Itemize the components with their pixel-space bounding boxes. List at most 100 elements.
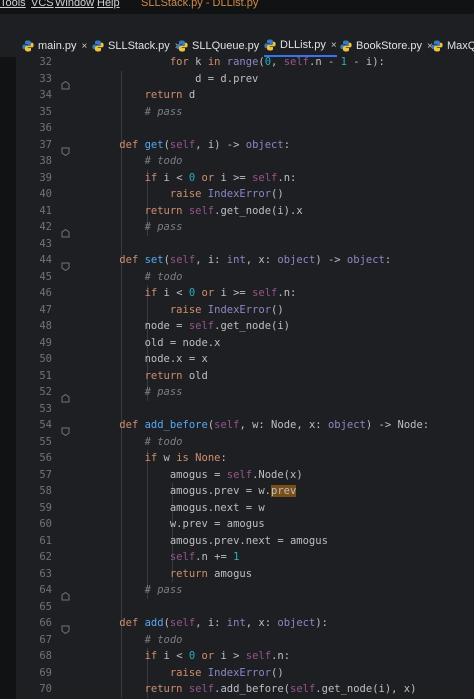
code-line[interactable]: # pass [94, 219, 183, 236]
fold-marker-icon[interactable] [61, 256, 70, 272]
code-token: object [346, 254, 385, 266]
code-line[interactable]: return self.add_before(self.get_node(i),… [94, 681, 417, 698]
code-line[interactable]: def add_before(self, w: Node, x: object)… [94, 417, 429, 434]
code-line[interactable]: old = node.x [94, 335, 221, 352]
menu-tools[interactable]: Tools [0, 0, 26, 9]
menu-help[interactable]: Help [97, 0, 120, 9]
code-token: , i) -> [195, 138, 246, 151]
tab-sllstack-py[interactable]: SLLStack.py × [92, 35, 181, 57]
code-token: int [226, 617, 246, 629]
fold-end-icon[interactable] [61, 388, 70, 403]
code-line[interactable]: # todo [94, 632, 183, 649]
code-token: , i: [195, 254, 227, 266]
code-token: # todo [144, 155, 183, 167]
code-line[interactable]: # todo [94, 434, 183, 451]
code-line[interactable]: amogus = self.Node(x) [94, 467, 303, 484]
code-line[interactable]: w.prev = amogus [94, 516, 265, 533]
code-line[interactable]: # pass [94, 104, 183, 121]
code-line[interactable]: return old [94, 368, 208, 385]
code-line[interactable]: if i < 0 or i >= self.n: [94, 170, 297, 187]
code-token: .add_before( [214, 683, 290, 695]
code-token: return [144, 89, 189, 101]
python-file-icon [92, 40, 104, 52]
tab-bookstore-py[interactable]: BookStore.py × [340, 35, 433, 57]
code-line[interactable]: return self.get_node(i).x [94, 203, 303, 220]
code-line[interactable]: self.n += 1 [94, 549, 240, 566]
code-line[interactable]: if i < 0 or i > self.n: [94, 648, 290, 665]
tab-sllqueue-py[interactable]: SLLQueue.py × [176, 35, 270, 57]
code-line[interactable]: def add(self, i: int, x: object): [94, 615, 328, 632]
close-icon[interactable]: × [82, 41, 88, 52]
code-token: self [188, 320, 215, 332]
code-token: self [214, 419, 240, 431]
fold-marker-icon[interactable] [61, 619, 70, 635]
fold-end-icon[interactable] [61, 586, 70, 601]
fold-marker-icon[interactable] [61, 421, 70, 437]
code-token: self [252, 287, 278, 299]
code-line[interactable]: amogus.prev = w.prev [94, 483, 297, 500]
code-line[interactable]: raise IndexError() [94, 665, 284, 682]
code-line[interactable]: def set(self, i: int, x: object) -> obje… [94, 252, 391, 269]
code-token: () [271, 666, 284, 679]
editor-tab-bar: main.py × SLLStack.py × SLLQueue.py × DL… [0, 35, 474, 58]
code-token: 0 [188, 650, 202, 662]
code-line[interactable]: return amogus [94, 566, 252, 583]
code-token: raise [169, 303, 208, 316]
code-token: .n: [277, 287, 297, 299]
code-line[interactable]: raise IndexError() [94, 302, 284, 319]
python-file-icon [264, 39, 276, 51]
menu-bar: Tools VCS Window Help SLLStack.py - DLLi… [0, 0, 474, 14]
code-token: def [119, 138, 145, 151]
fold-end-icon[interactable] [61, 75, 70, 89]
code-token: # todo [144, 435, 183, 448]
code-token: # pass [144, 105, 183, 118]
code-line[interactable]: # todo [94, 153, 183, 170]
code-token: .n - [309, 57, 341, 68]
code-token: if [144, 287, 164, 299]
code-editor[interactable]: for k in range(0, self.n - 1 - i): d = d… [78, 57, 474, 699]
code-line[interactable]: def get(self, i) -> object: [94, 137, 290, 154]
code-token: object [327, 419, 366, 431]
code-line[interactable]: node.x = x [94, 351, 208, 368]
code-line[interactable]: amogus.prev.next = amogus [94, 533, 328, 550]
code-token: IndexError [207, 666, 272, 679]
tab-dllist-py[interactable]: DLList.py × [264, 35, 337, 57]
code-line[interactable]: raise IndexError() [94, 186, 284, 203]
tab-maxqueue-py[interactable]: MaxQue [431, 35, 474, 57]
code-line[interactable]: node = self.get_node(i) [94, 318, 290, 335]
line-number: 55 [39, 435, 52, 448]
code-token: ) -> [315, 254, 347, 266]
code-line[interactable]: return d [94, 87, 196, 104]
fold-end-icon[interactable] [61, 223, 70, 238]
code-token: : [283, 138, 291, 151]
code-line[interactable]: if i < 0 or i >= self.n: [94, 285, 297, 302]
menu-vcs[interactable]: VCS [31, 0, 54, 9]
code-token: - i): [346, 57, 385, 68]
code-token: old = node.x [94, 336, 221, 349]
code-line[interactable]: if w is None: [94, 450, 227, 467]
code-line[interactable]: # pass [94, 582, 183, 599]
code-token: or [201, 287, 221, 299]
code-line[interactable]: # todo [94, 269, 183, 286]
code-token: 1 [233, 551, 240, 563]
line-number: 35 [39, 105, 52, 118]
tab-label: MaxQue [447, 40, 474, 52]
code-line[interactable]: # pass [94, 384, 183, 401]
code-token: i < [163, 171, 189, 184]
code-token: self [283, 57, 309, 68]
menu-window[interactable]: Window [55, 0, 94, 9]
close-icon[interactable]: × [331, 40, 337, 51]
code-token: return [144, 204, 189, 217]
code-line[interactable]: for k in range(0, self.n - 1 - i): [94, 57, 385, 71]
code-line[interactable]: d = d.prev [94, 71, 258, 88]
code-token: if [144, 171, 164, 184]
fold-marker-icon[interactable] [61, 141, 70, 156]
code-line[interactable]: amogus.next = w [94, 500, 265, 517]
